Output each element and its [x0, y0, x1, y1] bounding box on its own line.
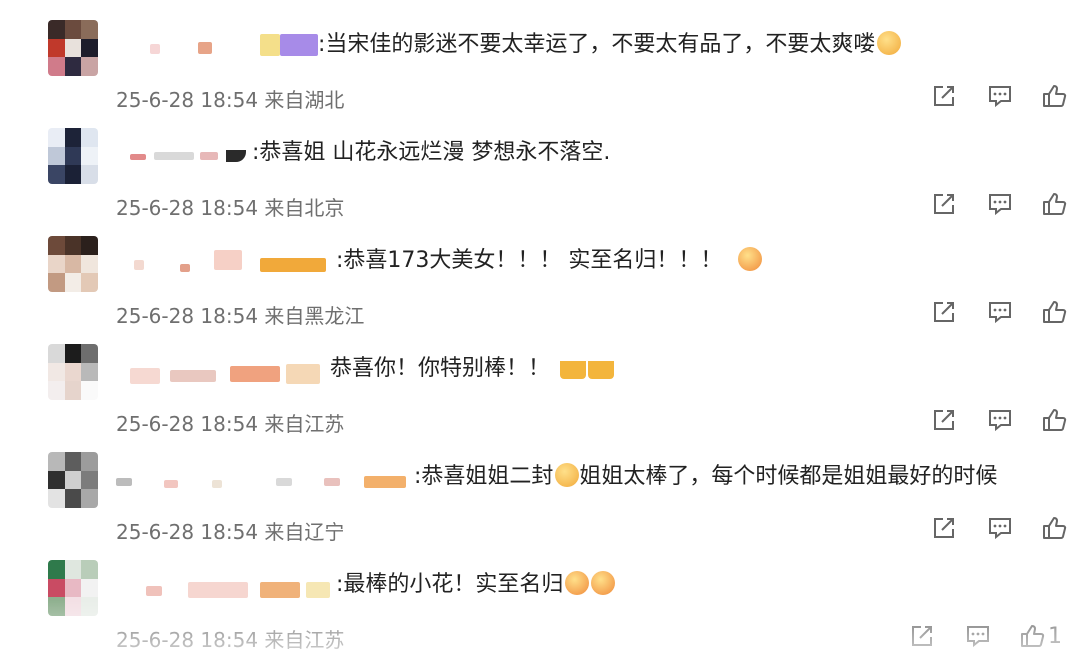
comment-meta: 25-6-28 18:54 来自江苏 — [116, 628, 345, 652]
comment-text: :当宋佳的影迷不要太幸运了，不要太有品了，不要太爽喽 — [318, 28, 902, 62]
avatar[interactable] — [48, 236, 98, 292]
username-redacted[interactable] — [130, 250, 330, 276]
username-redacted[interactable] — [130, 574, 330, 600]
comment-text: :恭喜姐姐二封 姐姐太棒了，每个时候都是姐姐最好的时候 — [414, 463, 998, 489]
thumbs-up-icon[interactable] — [1018, 622, 1046, 650]
comment-text: :最棒的小花！实至名归 — [336, 568, 616, 602]
comment-meta: 25-6-28 18:54 来自江苏 — [116, 412, 345, 436]
comment-item: :当宋佳的影迷不要太幸运了，不要太有品了，不要太爽喽 25-6-28 18:54… — [0, 20, 1080, 128]
comment-icon[interactable] — [986, 82, 1014, 110]
action-bar: 1 — [908, 622, 1062, 652]
comment-item: 恭喜你！你特别棒！！ 25-6-28 18:54 来自江苏 — [0, 344, 1080, 452]
comment-text: :恭喜姐 山花永远烂漫 梦想永不落空. — [252, 140, 611, 165]
action-bar — [930, 82, 1070, 112]
comment-text: :恭喜173大美女！！！ 实至名归！！！ — [336, 244, 763, 278]
comment-icon[interactable] — [986, 190, 1014, 218]
avatar[interactable] — [48, 344, 98, 400]
share-icon[interactable] — [930, 82, 958, 110]
smiley-emoji-icon — [877, 31, 902, 55]
share-icon[interactable] — [930, 298, 958, 326]
crying-emoji-icon — [591, 571, 616, 595]
like-count: 1 — [1048, 624, 1062, 649]
thumbs-up-icon[interactable] — [1040, 514, 1068, 542]
username-redacted[interactable] — [148, 34, 318, 60]
username-redacted[interactable] — [118, 358, 326, 384]
comment-meta: 25-6-28 18:54 来自黑龙江 — [116, 304, 365, 328]
thumbs-up-icon[interactable] — [1040, 190, 1068, 218]
share-icon[interactable] — [930, 190, 958, 218]
comment-icon[interactable] — [986, 298, 1014, 326]
comment-meta: 25-6-28 18:54 来自湖北 — [116, 88, 345, 112]
action-bar — [930, 406, 1070, 436]
thumbs-up-icon[interactable] — [1040, 82, 1068, 110]
comment-item: :恭喜姐姐二封 姐姐太棒了，每个时候都是姐姐最好的时候 25-6-28 18:54… — [0, 452, 1080, 560]
action-bar — [930, 298, 1070, 328]
crying-emoji-icon — [555, 463, 580, 487]
comment-icon[interactable] — [986, 406, 1014, 434]
heart-eyes-emoji-icon — [738, 247, 763, 271]
comment-item: :最棒的小花！实至名归 25-6-28 18:54 来自江苏 1 — [0, 560, 1080, 668]
avatar[interactable] — [48, 20, 98, 76]
comment-item: :恭喜173大美女！！！ 实至名归！！！ 25-6-28 18:54 来自黑龙江 — [0, 236, 1080, 344]
comment-icon[interactable] — [986, 514, 1014, 542]
thumbs-up-icon[interactable] — [1040, 298, 1068, 326]
thumbs-up-icon[interactable] — [1040, 406, 1068, 434]
crying-emoji-icon — [565, 571, 590, 595]
share-icon[interactable] — [930, 514, 958, 542]
cheers-emoji-icon — [560, 355, 587, 379]
username-redacted[interactable] — [130, 142, 250, 168]
comment-meta: 25-6-28 18:54 来自北京 — [116, 196, 345, 220]
comment-item: :恭喜姐 山花永远烂漫 梦想永不落空. 25-6-28 18:54 来自北京 — [0, 128, 1080, 236]
avatar[interactable] — [48, 452, 98, 508]
comment-icon[interactable] — [964, 622, 992, 650]
comment-meta: 25-6-28 18:54 来自辽宁 — [116, 520, 345, 544]
comment-text: 恭喜你！你特别棒！！ — [330, 352, 615, 386]
share-icon[interactable] — [908, 622, 936, 650]
action-bar — [930, 514, 1070, 544]
cheers-emoji-icon — [588, 355, 615, 379]
username-redacted[interactable] — [116, 466, 414, 492]
share-icon[interactable] — [930, 406, 958, 434]
avatar[interactable] — [48, 560, 98, 616]
avatar[interactable] — [48, 128, 98, 184]
action-bar — [930, 190, 1070, 220]
